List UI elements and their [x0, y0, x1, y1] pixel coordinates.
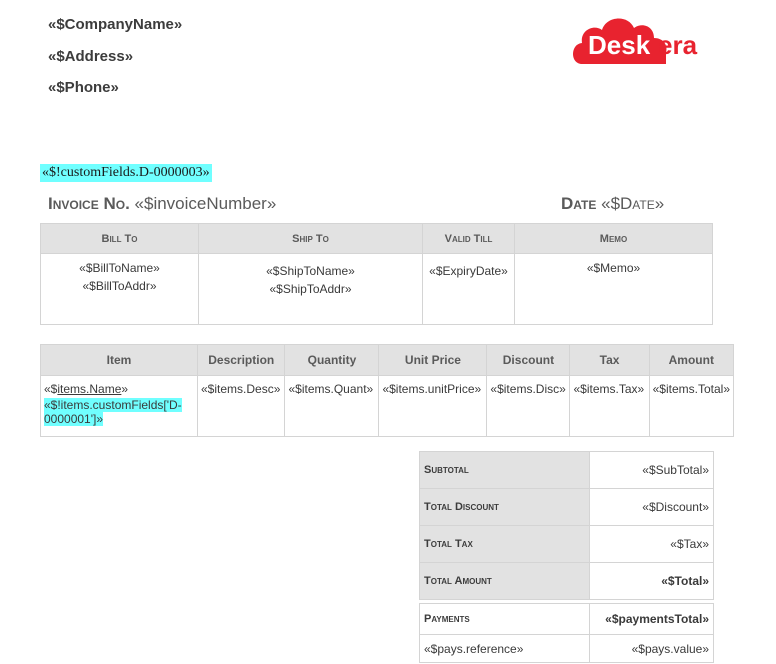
amount-header: Amount	[648, 344, 735, 376]
svg-text:Desk: Desk	[588, 30, 651, 60]
tax-cell: «$items.Tax»	[569, 375, 650, 437]
invoice-number-value: «$invoiceNumber»	[134, 194, 277, 213]
discount-header: Discount	[486, 344, 571, 376]
total-discount-row: Total Discount «$Discount»	[419, 488, 714, 526]
ship-to-name: «$ShipToName»	[266, 264, 355, 278]
total-discount-value: «$Discount»	[589, 488, 714, 526]
payment-row: «$pays.reference» «$pays.value»	[419, 634, 714, 663]
description-header: Description	[196, 344, 286, 376]
total-tax-row: Total Tax «$Tax»	[419, 525, 714, 563]
items-table: Item Description Quantity Unit Price Dis…	[40, 344, 735, 437]
valid-till-cell: «$ExpiryDate»	[422, 253, 515, 325]
payments-total: «$paymentsTotal»	[589, 603, 714, 635]
deskera-logo: Desk era	[573, 18, 698, 64]
total-discount-label: Total Discount	[419, 488, 590, 526]
item-name-open: «$	[44, 382, 58, 396]
discount-cell: «$items.Disc»	[486, 375, 571, 437]
tax-header: Tax	[569, 344, 650, 376]
item-name: items.Name	[57, 382, 122, 396]
bill-to-header: Bill To	[40, 223, 199, 254]
payments-header-row: Payments «$paymentsTotal»	[419, 603, 714, 635]
total-tax-label: Total Tax	[419, 525, 590, 563]
payments-label: Payments	[419, 603, 590, 635]
amount-cell: «$items.Total»	[648, 375, 735, 437]
unit-price-header: Unit Price	[378, 344, 488, 376]
quantity-cell: «$items.Quant»	[284, 375, 380, 437]
item-cell: «$items.Name» «$!items.customFields['D-0…	[40, 375, 198, 437]
company-name: «$CompanyName»	[48, 16, 183, 33]
item-header: Item	[40, 344, 198, 376]
date-value: «$Date»	[601, 194, 665, 213]
payments-table: Payments «$paymentsTotal» «$pays.referen…	[419, 603, 714, 663]
description-cell: «$items.Desc»	[196, 375, 286, 437]
memo-header: Memo	[514, 223, 713, 254]
quantity-header: Quantity	[284, 344, 380, 376]
table-row: «$items.Name» «$!items.customFields['D-0…	[40, 375, 735, 437]
invoice-number-label: Invoice No.	[48, 194, 130, 213]
subtotal-value: «$SubTotal»	[589, 451, 714, 489]
subtotal-label: Subtotal	[419, 451, 590, 489]
custom-field-highlight: «$!customFields.D-0000003»	[40, 164, 212, 182]
ship-to-address: «$ShipToAddr»	[269, 282, 352, 296]
bill-to-name: «$BillToName»	[79, 261, 160, 275]
item-custom-field: «$!items.customFields['D-0000001']»	[44, 398, 182, 426]
unit-price-cell: «$items.unitPrice»	[378, 375, 488, 437]
bill-to-address: «$BillToAddr»	[82, 279, 157, 293]
total-tax-value: «$Tax»	[589, 525, 714, 563]
date-label: Date	[561, 194, 597, 213]
ship-to-cell: «$ShipToName» «$ShipToAddr»	[198, 253, 423, 325]
invoice-date: Date «$Date»	[561, 194, 664, 214]
company-address: «$Address»	[48, 48, 134, 65]
payment-reference: «$pays.reference»	[419, 634, 590, 663]
company-phone: «$Phone»	[48, 79, 119, 96]
total-amount-label: Total Amount	[419, 562, 590, 600]
svg-text:era: era	[658, 30, 698, 60]
bill-to-cell: «$BillToName» «$BillToAddr»	[40, 253, 199, 325]
memo-cell: «$Memo»	[514, 253, 713, 325]
totals-table: Subtotal «$SubTotal» Total Discount «$Di…	[419, 451, 714, 600]
info-table: Bill To Ship To Valid Till Memo «$BillTo…	[40, 223, 713, 325]
invoice-number: Invoice No. «$invoiceNumber»	[48, 194, 276, 214]
subtotal-row: Subtotal «$SubTotal»	[419, 451, 714, 489]
total-amount-row: Total Amount «$Total»	[419, 562, 714, 600]
ship-to-header: Ship To	[198, 223, 423, 254]
total-amount-value: «$Total»	[589, 562, 714, 600]
item-name-close: »	[121, 382, 129, 396]
valid-till-header: Valid Till	[422, 223, 515, 254]
payment-value: «$pays.value»	[589, 634, 714, 663]
